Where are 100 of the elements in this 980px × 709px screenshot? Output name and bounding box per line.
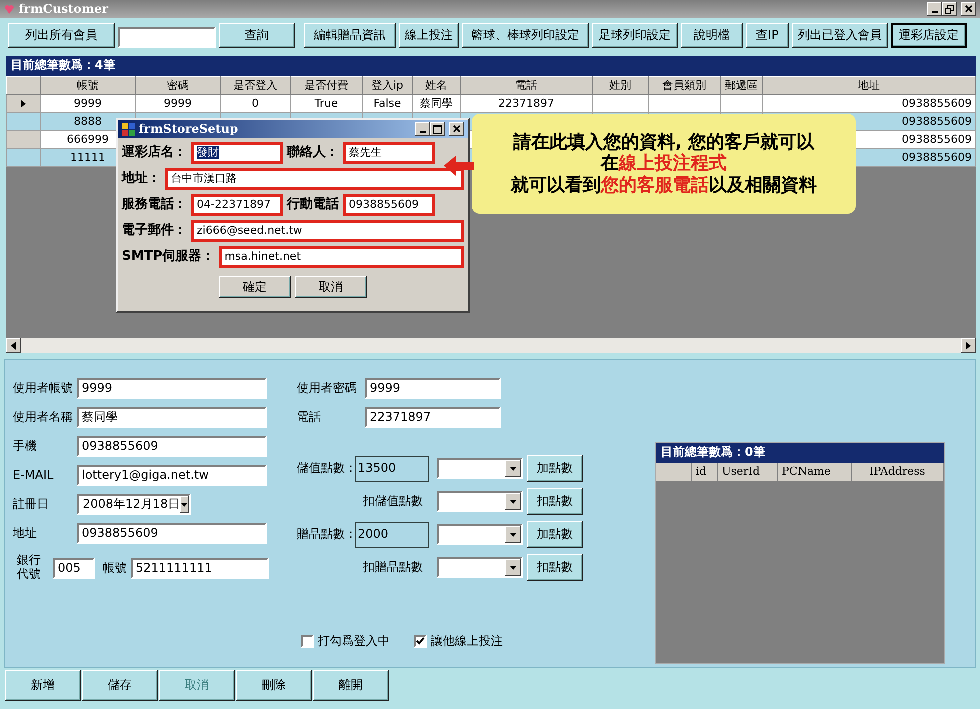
- input-field[interactable]: 04-22371897: [191, 194, 283, 216]
- row-header[interactable]: [6, 94, 40, 112]
- bottom-button[interactable]: 刪除: [236, 670, 312, 701]
- minimize-button[interactable]: [927, 2, 942, 16]
- table-cell: 0: [220, 94, 290, 112]
- points-button[interactable]: 加點數: [527, 521, 583, 548]
- dropdown-field[interactable]: [437, 557, 523, 578]
- input-field[interactable]: 蔡先生: [343, 142, 435, 164]
- points-button[interactable]: 扣點數: [527, 488, 583, 515]
- input-field[interactable]: 0938855609: [77, 523, 267, 544]
- column-header[interactable]: PCName: [778, 463, 852, 482]
- date-picker[interactable]: 2008年12月18日: [77, 494, 191, 515]
- close-button[interactable]: [961, 2, 976, 16]
- input-field[interactable]: 5211111111: [131, 558, 269, 578]
- close-button[interactable]: [449, 122, 464, 136]
- app-icon: [4, 4, 15, 14]
- input-field[interactable]: 0938855609: [77, 436, 267, 457]
- field-label: 電子郵件：: [122, 223, 187, 239]
- caret-icon: [510, 500, 516, 504]
- column-header[interactable]: 登入ip: [362, 76, 412, 94]
- row-pointer-icon: [21, 100, 26, 108]
- bottom-button[interactable]: 儲存: [82, 670, 158, 701]
- table-cell: 蔡同學: [412, 94, 460, 112]
- field-label: 手機: [13, 439, 38, 454]
- input-field[interactable]: 蔡同學: [77, 407, 267, 428]
- column-header[interactable]: 帳號: [40, 76, 136, 94]
- checkbox[interactable]: [301, 634, 314, 648]
- left-arrow-icon[interactable]: [11, 342, 16, 350]
- readonly-field: 2000: [355, 522, 429, 548]
- input-field[interactable]: 22371897: [365, 407, 501, 428]
- checkbox[interactable]: [414, 634, 427, 648]
- column-header[interactable]: IPAddress: [852, 463, 944, 482]
- toolbar-button[interactable]: 足球列印設定: [592, 23, 678, 48]
- column-header[interactable]: 姓別: [592, 76, 648, 94]
- toolbar-button[interactable]: 運彩店設定: [891, 23, 967, 48]
- points-button[interactable]: 扣點數: [527, 554, 583, 581]
- input-field[interactable]: zi666@seed.net.tw: [191, 220, 464, 242]
- points-button[interactable]: 加點數: [527, 455, 583, 482]
- column-header[interactable]: UserId: [718, 463, 778, 482]
- table-cell: 0938855609: [762, 94, 976, 112]
- toolbar-button[interactable]: 查IP: [746, 23, 789, 48]
- bottom-button[interactable]: 新增: [5, 670, 81, 701]
- panel-title-bar: 目前總筆數爲：0筆: [656, 443, 944, 463]
- restore-button[interactable]: [942, 2, 957, 16]
- caret-icon: [510, 566, 516, 570]
- input-field[interactable]: 9999: [77, 378, 267, 399]
- dialog-title: frmStoreSetup: [139, 122, 238, 136]
- close-icon: [964, 5, 972, 13]
- input-field[interactable]: 發財: [191, 142, 283, 164]
- checkbox-label: 打勾爲登入中: [318, 634, 390, 648]
- column-header[interactable]: 地址: [762, 76, 976, 94]
- search-field[interactable]: [118, 27, 216, 48]
- column-header[interactable]: 郵遞區: [720, 76, 762, 94]
- dialog-button[interactable]: 確定: [219, 276, 291, 298]
- dropdown-field[interactable]: [437, 491, 523, 512]
- bottom-button[interactable]: 離開: [313, 670, 389, 701]
- field-label: 電話: [297, 410, 322, 425]
- field-label: 扣儲值點數: [362, 494, 424, 509]
- field-label: E-MAIL: [13, 468, 55, 483]
- maximize-button[interactable]: [430, 122, 445, 136]
- column-header[interactable]: 是否付費: [290, 76, 362, 94]
- minimize-button[interactable]: [415, 122, 430, 136]
- column-header[interactable]: id: [692, 463, 718, 482]
- input-field[interactable]: msa.hinet.net: [218, 246, 464, 268]
- field-label: 扣贈品點數: [362, 560, 424, 575]
- caret-icon: [181, 502, 188, 506]
- field-label: 贈品點數：: [297, 527, 355, 542]
- field-label: 聯絡人：: [287, 145, 339, 161]
- column-header[interactable]: 是否登入: [220, 76, 290, 94]
- toolbar-button[interactable]: 線上投注: [399, 23, 459, 48]
- field-label: 儲值點數：: [297, 461, 355, 476]
- column-header[interactable]: 密碼: [136, 76, 220, 94]
- horizontal-scrollbar[interactable]: [6, 338, 976, 353]
- field-label: 使用者名稱: [13, 410, 74, 425]
- toolbar-button[interactable]: 查詢: [219, 23, 295, 48]
- readonly-field: 13500: [355, 456, 429, 482]
- input-field[interactable]: 台中市漢口路: [165, 168, 464, 190]
- table-cell: False: [362, 94, 412, 112]
- toolbar-button[interactable]: 編輯贈品資訊: [304, 23, 396, 48]
- right-arrow-icon[interactable]: [966, 342, 971, 350]
- input-field[interactable]: 0938855609: [343, 194, 435, 216]
- field-label: 使用者密碼: [297, 381, 358, 396]
- toolbar-button[interactable]: 列出已登入會員: [792, 23, 888, 48]
- input-field[interactable]: lottery1@giga.net.tw: [77, 465, 267, 486]
- column-header[interactable]: 會員類別: [648, 76, 720, 94]
- toolbar-button[interactable]: 籃球、棒球列印設定: [462, 23, 589, 48]
- dropdown-field[interactable]: [437, 524, 523, 545]
- caret-icon: [510, 532, 516, 536]
- toolbar-button[interactable]: 列出所有會員: [8, 23, 115, 48]
- input-field[interactable]: 005: [53, 558, 95, 578]
- dropdown-field[interactable]: [437, 458, 523, 479]
- column-header[interactable]: 電話: [460, 76, 592, 94]
- input-field[interactable]: 9999: [365, 378, 501, 399]
- form-icon: [122, 122, 135, 136]
- table-cell: 9999: [136, 94, 220, 112]
- field-label: 註冊日: [13, 497, 50, 512]
- toolbar-button[interactable]: 說明檔: [681, 23, 743, 48]
- dialog-button[interactable]: 取消: [295, 276, 367, 298]
- column-header[interactable]: 姓名: [412, 76, 460, 94]
- window-title: frmCustomer: [19, 2, 108, 16]
